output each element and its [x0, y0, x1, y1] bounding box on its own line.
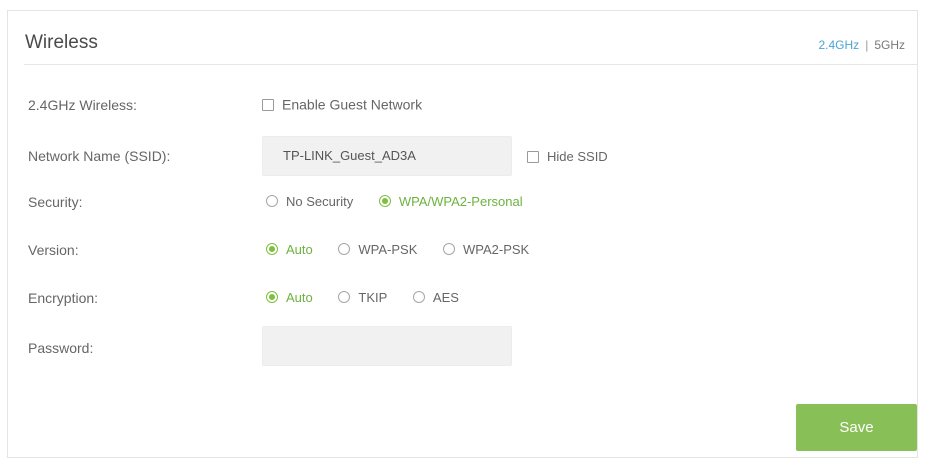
version-option-wpa-psk[interactable]: WPA-PSK: [338, 241, 417, 257]
hide-ssid-label: Hide SSID: [547, 149, 608, 165]
security-options: No Security WPA/WPA2-Personal: [266, 192, 545, 209]
encryption-options: Auto TKIP AES: [266, 288, 481, 305]
encryption-option-tkip[interactable]: TKIP: [338, 289, 387, 305]
security-option-wpa-personal[interactable]: WPA/WPA2-Personal: [378, 193, 523, 209]
band-5ghz-link[interactable]: 5GHz: [874, 38, 905, 52]
security-option-no-security[interactable]: No Security: [266, 193, 353, 209]
hide-ssid-checkbox[interactable]: [527, 150, 539, 163]
encryption-option-aes[interactable]: AES: [412, 289, 459, 305]
radio-checked-icon[interactable]: [266, 243, 278, 256]
password-label: Password:: [28, 340, 94, 356]
security-label: Security:: [28, 194, 83, 210]
band-separator: |: [865, 38, 869, 52]
wireless-panel: [7, 10, 918, 458]
enable-guest-network-field[interactable]: Enable Guest Network: [262, 96, 422, 113]
enable-guest-network-label: Enable Guest Network: [282, 96, 423, 113]
save-button[interactable]: Save: [796, 404, 917, 451]
ssid-input[interactable]: TP-LINK_Guest_AD3A: [262, 136, 512, 176]
band-2-4ghz-link[interactable]: 2.4GHz: [819, 38, 860, 52]
radio-checked-icon[interactable]: [378, 195, 391, 208]
version-option-wpa2-psk[interactable]: WPA2-PSK: [443, 241, 529, 257]
radio-icon[interactable]: [412, 291, 425, 304]
password-input[interactable]: [262, 326, 512, 366]
radio-icon[interactable]: [443, 243, 455, 256]
version-label: Version:: [28, 242, 79, 258]
version-options: Auto WPA-PSK WPA2-PSK: [266, 240, 551, 257]
radio-icon[interactable]: [338, 291, 351, 304]
hide-ssid-field[interactable]: Hide SSID: [527, 148, 608, 164]
encryption-label: Encryption:: [28, 290, 99, 306]
ssid-label: Network Name (SSID):: [28, 148, 171, 164]
wireless-label: 2.4GHz Wireless:: [28, 97, 137, 113]
radio-icon[interactable]: [266, 195, 278, 208]
encryption-option-auto[interactable]: Auto: [266, 289, 313, 305]
header-divider: [24, 64, 918, 65]
version-option-auto[interactable]: Auto: [266, 241, 313, 257]
section-title: Wireless: [25, 32, 98, 53]
band-selector: 2.4GHz | 5GHz: [819, 38, 906, 52]
enable-guest-network-checkbox[interactable]: [262, 98, 274, 111]
radio-checked-icon[interactable]: [266, 291, 278, 304]
radio-icon[interactable]: [338, 243, 351, 256]
